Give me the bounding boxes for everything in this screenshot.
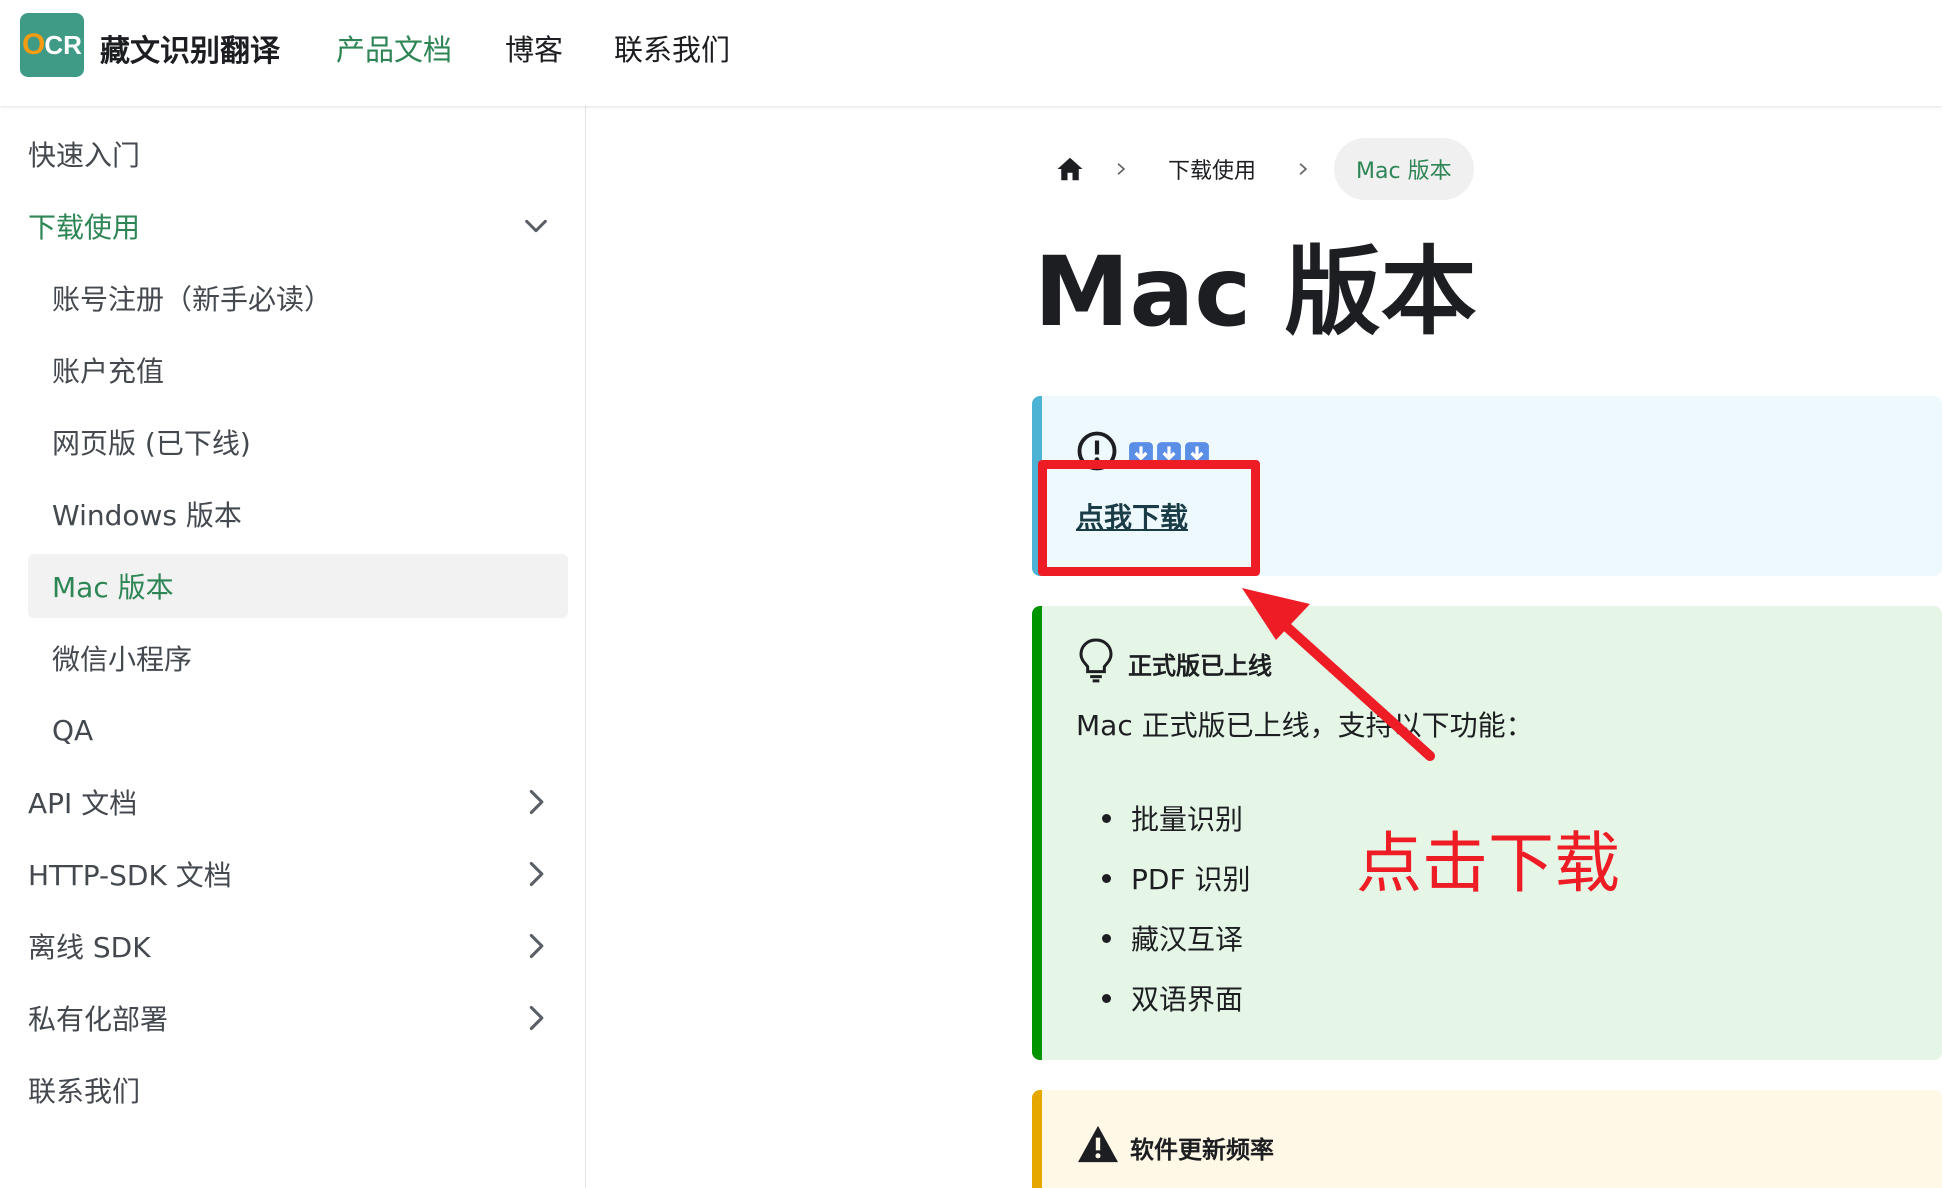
chevron-down-icon[interactable] xyxy=(522,212,550,240)
top-navbar: O CR 藏文识别翻译 产品文档 博客 联系我们 xyxy=(0,0,1942,106)
list-item: 双语界面 xyxy=(1102,968,1250,1028)
logo-cr: CR xyxy=(44,29,82,60)
sidebar-item-recharge[interactable]: 账户充值 xyxy=(28,338,568,402)
chevron-right-icon[interactable] xyxy=(522,1004,550,1032)
lightbulb-icon xyxy=(1076,636,1116,690)
admonition-heading: 正式版已上线 xyxy=(1076,636,1272,690)
sidebar-item-http-sdk[interactable]: HTTP-SDK 文档 xyxy=(28,842,568,906)
sidebar-item-label: 网页版 (已下线) xyxy=(52,427,251,460)
logo[interactable]: O CR xyxy=(20,13,84,77)
annotation-text: 点击下载 xyxy=(1356,825,1620,902)
list-item: 批量识别 xyxy=(1102,788,1250,848)
sidebar-item-label: QA xyxy=(52,713,94,747)
sidebar-item-label: HTTP-SDK 文档 xyxy=(28,859,232,892)
chevron-right-icon[interactable] xyxy=(522,860,550,888)
sidebar-item-label: 离线 SDK xyxy=(28,931,151,964)
breadcrumb-item-current: Mac 版本 xyxy=(1334,138,1474,200)
chevron-right-icon[interactable] xyxy=(522,788,550,816)
list-item: PDF 识别 xyxy=(1102,848,1250,908)
logo-o: O xyxy=(22,28,46,61)
admonition-title: 正式版已上线 xyxy=(1128,651,1272,680)
sidebar-item-download[interactable]: 下载使用 xyxy=(28,194,568,258)
sidebar-item-offline-sdk[interactable]: 离线 SDK xyxy=(28,914,568,978)
sidebar-item-label: API 文档 xyxy=(28,787,138,820)
sidebar-item-register[interactable]: 账号注册（新手必读） xyxy=(28,266,568,330)
sidebar-item-miniprogram[interactable]: 微信小程序 xyxy=(28,626,568,690)
sidebar-item-api-docs[interactable]: API 文档 xyxy=(28,770,568,834)
nav-link-contact[interactable]: 联系我们 xyxy=(614,27,730,69)
sidebar-item-mac[interactable]: Mac 版本 xyxy=(28,554,568,618)
sidebar-item-label: 联系我们 xyxy=(28,1075,141,1108)
highlight-box xyxy=(1038,460,1260,576)
sidebar-item-windows[interactable]: Windows 版本 xyxy=(28,482,568,546)
sidebar-item-label: Mac 版本 xyxy=(52,571,174,604)
list-item: 藏汉互译 xyxy=(1102,908,1250,968)
chevron-right-icon xyxy=(1272,149,1334,189)
nav-link-docs[interactable]: 产品文档 xyxy=(336,27,452,69)
site-title[interactable]: 藏文识别翻译 xyxy=(100,26,280,70)
admonition-text: Mac 正式版已上线，支持以下功能： xyxy=(1076,709,1534,742)
warning-icon xyxy=(1076,1124,1120,1170)
admonition-title: 软件更新频率 xyxy=(1130,1135,1274,1164)
sidebar-item-private-deploy[interactable]: 私有化部署 xyxy=(28,986,568,1050)
sidebar-item-quickstart[interactable]: 快速入门 xyxy=(28,122,568,186)
sidebar-item-contact[interactable]: 联系我们 xyxy=(28,1058,568,1122)
warning-admonition: 软件更新频率 xyxy=(1032,1090,1942,1188)
sidebar-item-web[interactable]: 网页版 (已下线) xyxy=(28,410,568,474)
sidebar-item-label: 账号注册（新手必读） xyxy=(52,283,333,316)
sidebar-item-label: Windows 版本 xyxy=(52,499,242,532)
admonition-heading: 软件更新频率 xyxy=(1076,1124,1274,1170)
page-title: Mac 版本 xyxy=(1034,236,1477,348)
sidebar-item-qa[interactable]: QA xyxy=(28,698,568,762)
nav-link-blog[interactable]: 博客 xyxy=(505,27,563,69)
sidebar-item-label: 账户充值 xyxy=(52,355,165,388)
sidebar-item-label: 微信小程序 xyxy=(52,643,193,676)
chevron-right-icon xyxy=(1090,149,1152,189)
sidebar-item-label: 快速入门 xyxy=(28,139,141,172)
feature-list: 批量识别 PDF 识别 藏汉互译 双语界面 xyxy=(1102,788,1250,1028)
chevron-right-icon[interactable] xyxy=(522,932,550,960)
sidebar-item-label: 私有化部署 xyxy=(28,1003,169,1036)
sidebar-item-label: 下载使用 xyxy=(28,211,141,244)
breadcrumb: 下载使用 Mac 版本 xyxy=(1050,138,1474,200)
breadcrumb-item-download[interactable]: 下载使用 xyxy=(1152,153,1272,185)
home-icon[interactable] xyxy=(1050,149,1090,189)
sidebar: 快速入门 下载使用 账号注册（新手必读） 账户充值 网页版 (已下线) Wind… xyxy=(0,106,586,1188)
